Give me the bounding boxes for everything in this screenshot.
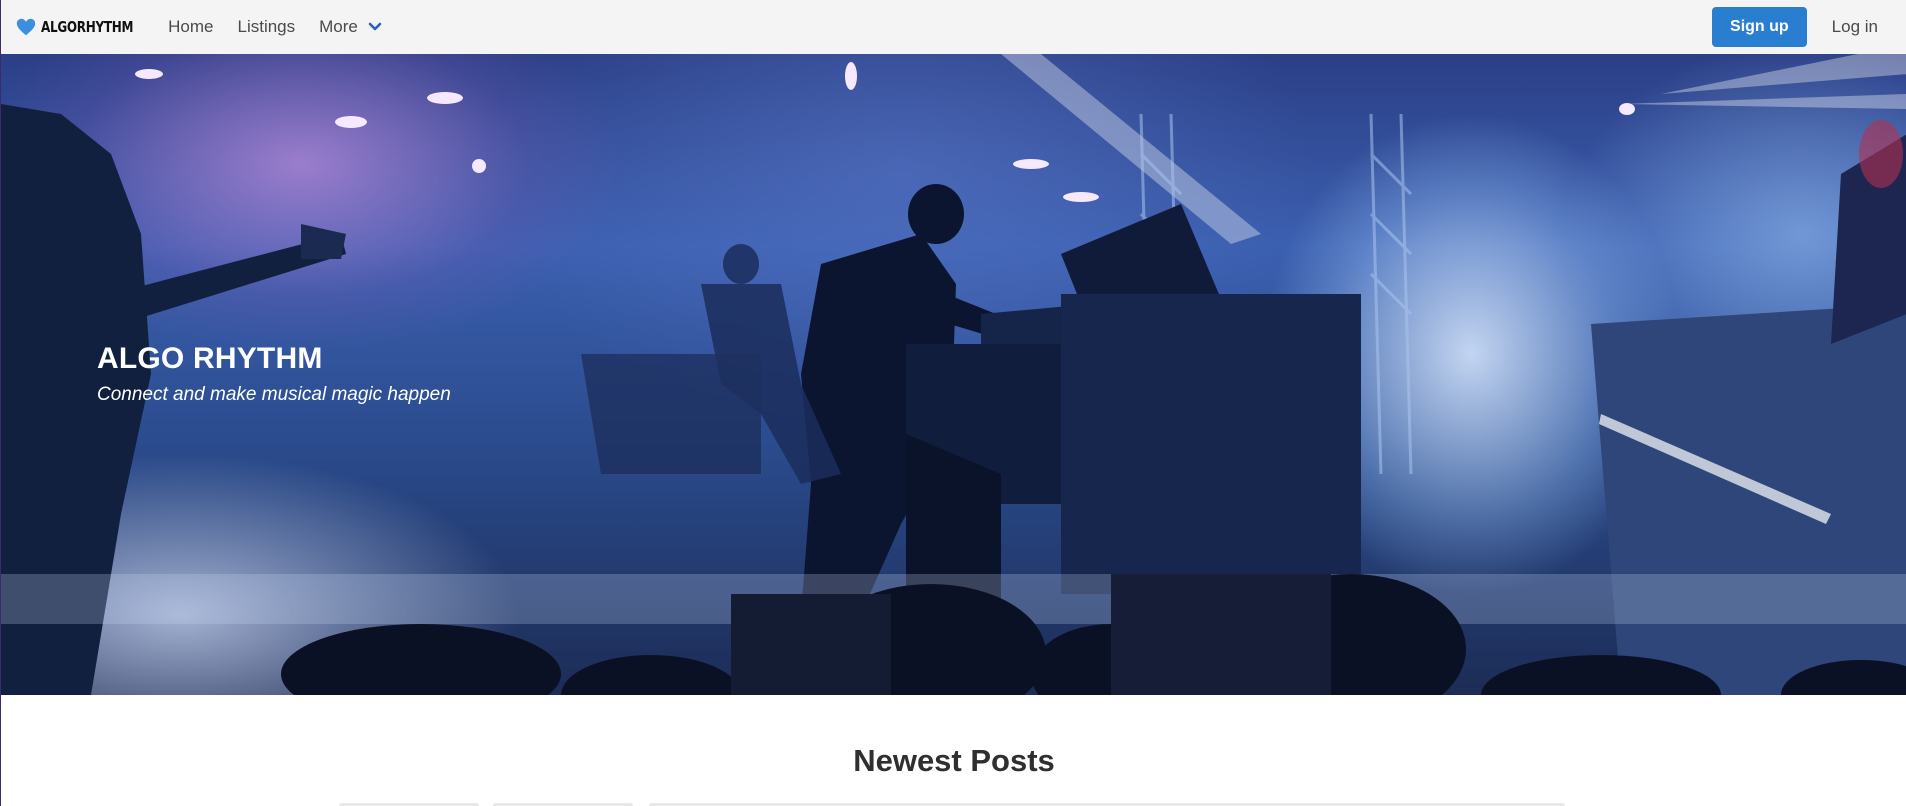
brand-logo[interactable]: ALGORHYTHM xyxy=(15,0,133,54)
nav-listings-link[interactable]: Listings xyxy=(238,0,296,54)
nav-more-label: More xyxy=(319,17,358,36)
login-link[interactable]: Log in xyxy=(1832,17,1878,37)
chevron-down-icon xyxy=(368,22,382,31)
hero-title: ALGO RHYTHM xyxy=(97,342,323,375)
navbar-end: Sign up Log in xyxy=(1712,7,1878,47)
newest-posts-section: Newest Posts xyxy=(0,695,1906,806)
section-title: Newest Posts xyxy=(853,743,1055,778)
hero-subtitle: Connect and make musical magic happen xyxy=(97,384,451,405)
navbar: ALGORHYTHM Home Listings More Sign up Lo… xyxy=(0,0,1906,54)
heart-icon xyxy=(16,18,36,36)
signup-button[interactable]: Sign up xyxy=(1712,7,1807,47)
hero-banner: ALGO RHYTHM Connect and make musical mag… xyxy=(0,54,1906,695)
brand-name: ALGORHYTHM xyxy=(41,18,134,36)
nav-home-link[interactable]: Home xyxy=(168,0,213,54)
nav-more-dropdown[interactable]: More xyxy=(319,0,382,54)
